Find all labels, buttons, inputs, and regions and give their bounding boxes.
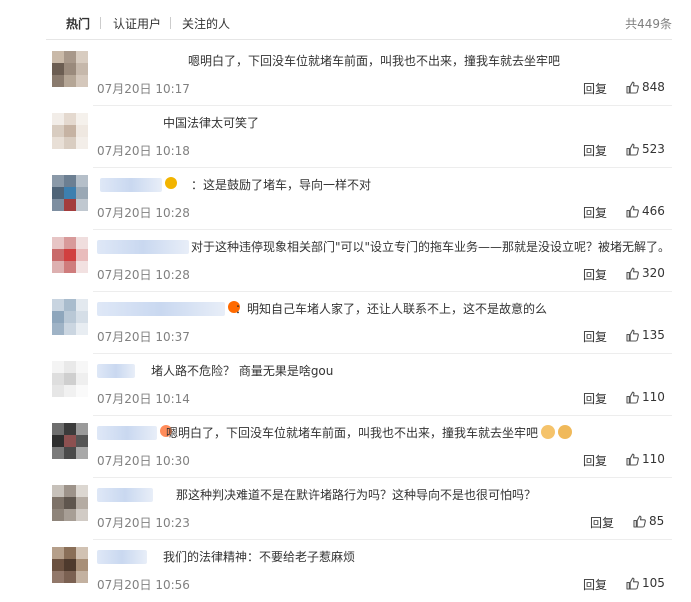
comment-text: 堵人路不危险？ 商量无果是啥gou: [151, 364, 334, 378]
reply-button[interactable]: 回复: [583, 576, 607, 593]
username-blurred[interactable]: [97, 302, 225, 316]
like-count: 466: [642, 204, 665, 218]
comment-time: 07月20日 10:28: [97, 206, 190, 220]
like-button[interactable]: 320: [626, 266, 665, 280]
avatar[interactable]: [52, 547, 88, 583]
comment-item: 嗯明白了，下回没车位就堵车前面，叫我也不出来，撞我车就去坐牢吧 07月20日 10…: [0, 416, 691, 478]
comment-tabs: 热门 认证用户 关注的人 共449条: [0, 0, 691, 44]
comment-time: 07月20日 10:37: [97, 330, 190, 344]
like-count: 135: [642, 328, 665, 342]
tab-separator: [100, 17, 101, 29]
reply-button[interactable]: 回复: [583, 452, 607, 469]
comment-text: 嗯明白了，下回没车位就堵车前面，叫我也不出来，撞我车就去坐牢吧: [188, 54, 561, 68]
like-count: 110: [642, 390, 665, 404]
thumbs-up-icon: [626, 390, 642, 404]
tab-verified-users[interactable]: 认证用户: [113, 15, 161, 32]
tab-hot[interactable]: 热门: [66, 15, 90, 32]
comment-item: 中国法律太可笑了 07月20日 10:18 回复 523: [0, 106, 691, 168]
username-blurred[interactable]: [97, 426, 157, 440]
thumbs-up-icon: [626, 142, 642, 156]
thumbs-up-icon: [626, 204, 642, 218]
like-button[interactable]: 466: [626, 204, 665, 218]
tab-separator: [170, 17, 171, 29]
comment-item: 我们的法律精神：不要给老子惹麻烦 07月20日 10:56 回复 105: [0, 540, 691, 602]
reply-button[interactable]: 回复: [583, 204, 607, 221]
username-blurred[interactable]: [100, 178, 162, 192]
like-button[interactable]: 105: [626, 576, 665, 590]
like-count: 85: [649, 514, 665, 528]
thumbs-up-icon: [626, 266, 642, 280]
like-count: 105: [642, 576, 665, 590]
comment-time: 07月20日 10:17: [97, 82, 190, 96]
comment-item: 对于这种违停现象相关部门"可以"设立专门的拖车业务——那就是没设立呢？被堵无解了…: [0, 230, 691, 292]
emoji-icon: [541, 425, 556, 439]
comment-item: 那这种判决难道不是在默许堵路行为吗？这种导向不是也很可怕吗？ 07月20日 10:…: [0, 478, 691, 540]
avatar[interactable]: [52, 361, 88, 397]
thumbs-up-icon: [626, 576, 642, 590]
avatar[interactable]: [52, 113, 88, 149]
comment-text: 我们的法律精神：不要给老子惹麻烦: [163, 550, 356, 564]
username-blurred[interactable]: [97, 240, 189, 254]
tabs-divider: [46, 39, 672, 40]
thumbs-up-icon: [633, 514, 649, 528]
user-badge-icon: [165, 177, 177, 189]
comment-panel: 热门 认证用户 关注的人 共449条 嗯明白了，下回没车位就堵车前面，叫我也不出…: [0, 0, 691, 598]
reply-button[interactable]: 回复: [583, 328, 607, 345]
username-blurred[interactable]: [97, 488, 153, 502]
reply-button[interactable]: 回复: [583, 390, 607, 407]
like-count: 523: [642, 142, 665, 156]
comment-text: ：明知自己车堵人家了，还让人联系不上，这不是故意的么: [235, 302, 548, 316]
like-button[interactable]: 85: [633, 514, 664, 528]
total-count: 共449条: [625, 17, 672, 31]
like-button[interactable]: 110: [626, 452, 665, 466]
tab-following[interactable]: 关注的人: [182, 15, 230, 32]
reply-button[interactable]: 回复: [583, 80, 607, 97]
reply-button[interactable]: 回复: [583, 142, 607, 159]
comment-item: 嗯明白了，下回没车位就堵车前面，叫我也不出来，撞我车就去坐牢吧 07月20日 10…: [0, 44, 691, 106]
like-button[interactable]: 848: [626, 80, 665, 94]
reply-button[interactable]: 回复: [583, 266, 607, 283]
comment-time: 07月20日 10:30: [97, 454, 190, 468]
comment-text: 嗯明白了，下回没车位就堵车前面，叫我也不出来，撞我车就去坐牢吧: [166, 424, 573, 441]
like-button[interactable]: 523: [626, 142, 665, 156]
like-count: 848: [642, 80, 665, 94]
comment-time: 07月20日 10:28: [97, 268, 190, 282]
emoji-icon: [558, 425, 573, 439]
thumbs-up-icon: [626, 80, 642, 94]
like-count: 110: [642, 452, 665, 466]
username-blurred[interactable]: [97, 550, 147, 564]
like-count: 320: [642, 266, 665, 280]
comment-text: 中国法律太可笑了: [163, 116, 260, 130]
comment-time: 07月20日 10:18: [97, 144, 190, 158]
thumbs-up-icon: [626, 328, 642, 342]
like-button[interactable]: 135: [626, 328, 665, 342]
avatar[interactable]: [52, 423, 88, 459]
comment-item: 堵人路不危险？ 商量无果是啥gou 07月20日 10:14 回复 110: [0, 354, 691, 416]
thumbs-up-icon: [626, 452, 642, 466]
comment-item: ：明知自己车堵人家了，还让人联系不上，这不是故意的么 07月20日 10:37 回复…: [0, 292, 691, 354]
comment-text: 那这种判决难道不是在默许堵路行为吗？这种导向不是也很可怕吗？: [176, 488, 537, 502]
comment-time: 07月20日 10:14: [97, 392, 190, 406]
comment-text: 对于这种违停现象相关部门"可以"设立专门的拖车业务——那就是没设立呢？被堵无解了…: [191, 240, 671, 254]
avatar[interactable]: [52, 299, 88, 335]
username-blurred[interactable]: [97, 364, 135, 378]
avatar[interactable]: [52, 51, 88, 87]
reply-button[interactable]: 回复: [590, 514, 614, 531]
comment-time: 07月20日 10:23: [97, 516, 190, 530]
avatar[interactable]: [52, 175, 88, 211]
comment-item: ：这是鼓励了堵车，导向一样不对 07月20日 10:28 回复 466: [0, 168, 691, 230]
avatar[interactable]: [52, 237, 88, 273]
comment-text: ：这是鼓励了堵车，导向一样不对: [191, 178, 372, 192]
avatar[interactable]: [52, 485, 88, 521]
like-button[interactable]: 110: [626, 390, 665, 404]
comment-time: 07月20日 10:56: [97, 578, 190, 592]
